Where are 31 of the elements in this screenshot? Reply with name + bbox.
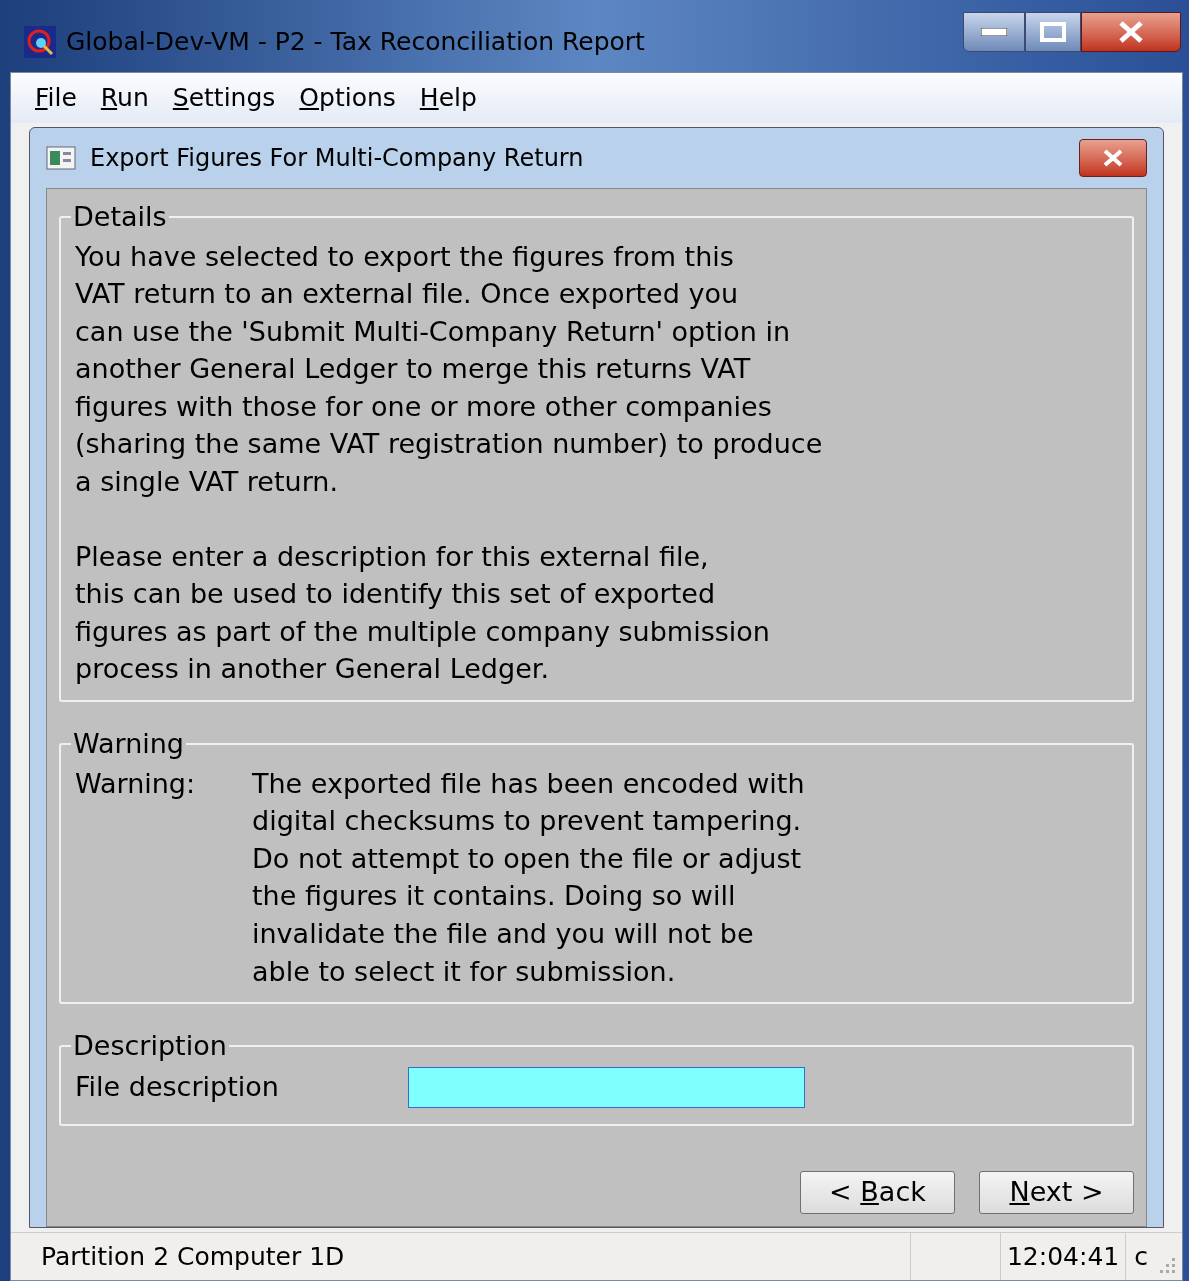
maximize-icon: [1040, 22, 1066, 42]
menu-item[interactable]: Run: [100, 79, 149, 117]
details-paragraph: Please enter a description for this external file, this can be used to identify this set of exported figures as part of the multiple company submission process in another General Ledger.: [75, 539, 771, 687]
close-icon: [1118, 21, 1144, 43]
app-logo-icon: [24, 26, 56, 58]
warning-label: Warning:: [75, 766, 197, 801]
window-title: Global-Dev-VM - P2 - Tax Reconciliation Report: [66, 26, 645, 59]
form-icon: [46, 146, 76, 170]
menu-item[interactable]: Settings: [172, 79, 276, 117]
group-label: Description: [72, 1029, 228, 1064]
menu-item[interactable]: File: [35, 79, 77, 117]
status-text: Partition 2 Computer 1D: [40, 1240, 346, 1273]
menu-item[interactable]: Options: [299, 79, 396, 117]
status-time: 12:04:41: [999, 1233, 1126, 1280]
minimize-icon: [981, 28, 1007, 36]
dialog-title: Export Figures For Multi-Company Return: [90, 143, 584, 174]
close-icon: [1102, 149, 1124, 167]
minimize-button[interactable]: [963, 12, 1025, 52]
menu-item[interactable]: Help: [419, 79, 477, 117]
close-button[interactable]: [1079, 139, 1147, 177]
field-label: File description: [75, 1069, 280, 1104]
wizard-button[interactable]: Next >: [979, 1171, 1134, 1214]
details-paragraph: You have selected to export the figures from this VAT return to an external file. Once exported you can use the 'Submit Multi-Company Return' option in another General Ledger to merge this returns VAT figures with those for one or more other companies (sharing the same VAT registration number) to produce a single VAT return.: [75, 239, 824, 500]
status-mode: c: [1125, 1233, 1156, 1280]
file-description-field[interactable]: [408, 1066, 805, 1108]
close-button[interactable]: [1081, 12, 1181, 52]
wizard-button[interactable]: < Back: [800, 1171, 955, 1214]
group-label: Details: [72, 200, 168, 234]
group-label: Warning: [72, 727, 185, 762]
warning-text: The exported file has been encoded with digital checksums to prevent tampering. Do not attempt to open the file or adjust the figures it contains. Doing so will invalidate the file and you will not be able to select it for submission.: [252, 766, 805, 989]
maximize-button[interactable]: [1025, 12, 1081, 52]
